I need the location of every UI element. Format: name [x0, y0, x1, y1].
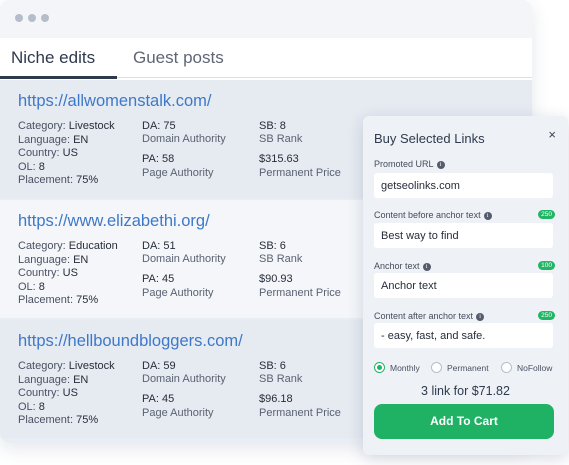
da-label: Domain Authority: [142, 373, 226, 385]
da-value: DA: 51: [142, 240, 176, 252]
buy-links-panel: Buy Selected Links × Promoted URL i getse…: [363, 116, 568, 455]
price-value: $315.63: [259, 153, 299, 165]
da-value: DA: 59: [142, 360, 176, 372]
price-value: $90.93: [259, 273, 293, 285]
before-anchor-label: Content before anchor text i: [374, 210, 492, 220]
listing-url[interactable]: https://www.elizabethi.org/: [18, 212, 210, 231]
window-dot-icon: [28, 14, 36, 22]
listing-meta: Category: Education Language: EN Country…: [18, 240, 118, 306]
tab-divider: [117, 77, 532, 78]
sb-value: SB: 8: [259, 120, 286, 132]
tab-niche-edits[interactable]: Niche edits: [11, 48, 95, 68]
info-icon: i: [483, 211, 492, 220]
char-count-badge: 100: [538, 261, 555, 270]
listing-url[interactable]: https://allwomenstalk.com/: [18, 92, 212, 111]
info-icon: i: [476, 312, 485, 321]
window-dot-icon: [15, 14, 23, 22]
price-label: Permanent Price: [259, 407, 341, 419]
panel-title: Buy Selected Links: [374, 131, 485, 146]
listing-url[interactable]: https://hellboundbloggers.com/: [18, 332, 243, 351]
listing-meta: Category: Livestock Language: EN Country…: [18, 120, 115, 186]
close-icon[interactable]: ×: [548, 127, 556, 142]
pa-label: Page Authority: [142, 167, 214, 179]
sb-value: SB: 6: [259, 240, 286, 252]
pa-value: PA: 45: [142, 393, 175, 405]
window-dot-icon: [41, 14, 49, 22]
sb-label: SB Rank: [259, 253, 303, 265]
listing-meta: Category: Livestock Language: EN Country…: [18, 360, 115, 426]
link-type-options: Monthly Permanent NoFollow: [374, 361, 564, 375]
char-count-badge: 250: [538, 210, 555, 219]
pa-value: PA: 45: [142, 273, 175, 285]
order-total: 3 link for $71.82: [421, 384, 510, 398]
promoted-url-input[interactable]: getseolinks.com: [374, 173, 553, 198]
sb-value: SB: 6: [259, 360, 286, 372]
sb-label: SB Rank: [259, 373, 303, 385]
da-value: DA: 75: [142, 120, 176, 132]
add-to-cart-button[interactable]: Add To Cart: [374, 404, 554, 439]
active-tab-indicator: [0, 76, 117, 79]
da-label: Domain Authority: [142, 253, 226, 265]
info-icon: i: [436, 160, 445, 169]
pa-value: PA: 58: [142, 153, 175, 165]
after-anchor-label: Content after anchor text i: [374, 311, 485, 321]
tab-guest-posts[interactable]: Guest posts: [133, 48, 224, 68]
title-bar: [0, 0, 532, 38]
char-count-badge: 250: [538, 311, 555, 320]
price-label: Permanent Price: [259, 167, 341, 179]
price-label: Permanent Price: [259, 287, 341, 299]
da-label: Domain Authority: [142, 133, 226, 145]
before-anchor-input[interactable]: Best way to find: [374, 223, 553, 248]
pa-label: Page Authority: [142, 407, 214, 419]
promoted-url-label: Promoted URL i: [374, 159, 445, 169]
sb-label: SB Rank: [259, 133, 303, 145]
after-anchor-input[interactable]: - easy, fast, and safe.: [374, 323, 553, 348]
price-value: $96.18: [259, 393, 293, 405]
info-icon: i: [422, 262, 431, 271]
anchor-text-input[interactable]: Anchor text: [374, 273, 553, 298]
tab-bar: Niche edits Guest posts: [0, 38, 532, 80]
pa-label: Page Authority: [142, 287, 214, 299]
anchor-text-label: Anchor text i: [374, 261, 431, 271]
